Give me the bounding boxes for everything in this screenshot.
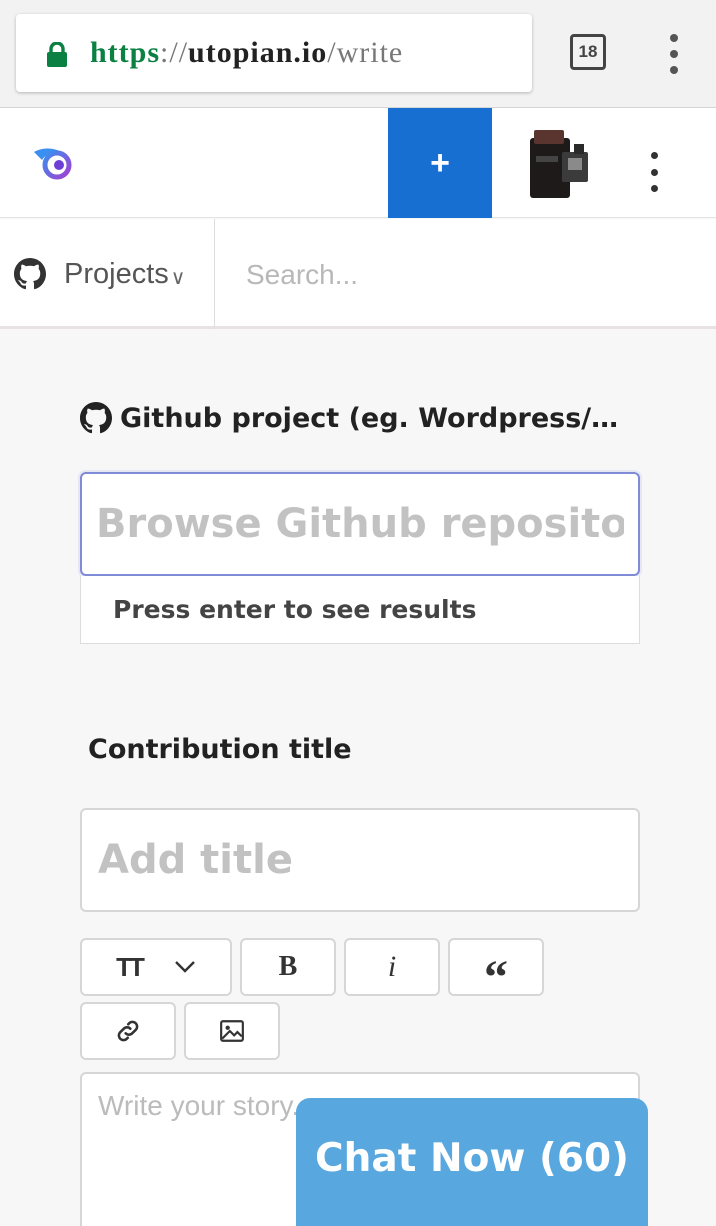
image-icon [220, 1020, 244, 1042]
url-host: utopian.io [188, 36, 328, 69]
url-text: https://utopian.io/write [90, 36, 403, 70]
chevron-down-icon: ∨ [170, 266, 186, 289]
url-bar[interactable]: https://utopian.io/write [16, 14, 532, 92]
app-header: + [0, 108, 716, 218]
github-project-label: Github project (eg. Wordpress/Wordpress) [80, 398, 635, 438]
quote-button[interactable]: “ [448, 938, 544, 1004]
browser-menu-icon[interactable] [664, 34, 684, 74]
italic-button[interactable]: i [344, 938, 440, 996]
projects-label: Projects [64, 257, 169, 290]
projects-dropdown[interactable]: Projects ∨ [0, 219, 215, 329]
github-repo-input[interactable] [80, 472, 640, 576]
link-button[interactable] [80, 1002, 176, 1060]
chevron-down-icon [175, 961, 195, 973]
text-size-icon: TT [116, 951, 145, 982]
image-button[interactable] [184, 1002, 280, 1060]
contribution-title-label: Contribution title [88, 734, 352, 765]
header-menu-icon[interactable] [644, 152, 664, 192]
repo-search-hint: Press enter to see results [80, 576, 640, 644]
url-separator: :// [160, 36, 189, 69]
browser-toolbar: https://utopian.io/write 18 [0, 0, 716, 108]
title-input[interactable] [80, 808, 640, 912]
utopian-logo-icon[interactable] [30, 144, 76, 182]
github-icon [14, 258, 46, 290]
new-contribution-button[interactable]: + [388, 108, 492, 218]
bold-button[interactable]: B [240, 938, 336, 996]
lock-icon [46, 42, 68, 67]
url-path: /write [327, 36, 404, 69]
search-input[interactable] [246, 255, 686, 295]
nav-bar: Projects ∨ [0, 219, 716, 329]
github-project-label-text: Github project (eg. Wordpress/Wordpress) [120, 402, 635, 434]
tab-switcher-button[interactable]: 18 [570, 34, 606, 70]
avatar[interactable] [524, 126, 594, 204]
chat-now-button[interactable]: Chat Now (60) [296, 1098, 648, 1226]
text-size-button[interactable]: TT [80, 938, 232, 996]
link-icon [117, 1020, 139, 1042]
url-scheme: https [90, 36, 161, 69]
github-icon [80, 402, 112, 434]
